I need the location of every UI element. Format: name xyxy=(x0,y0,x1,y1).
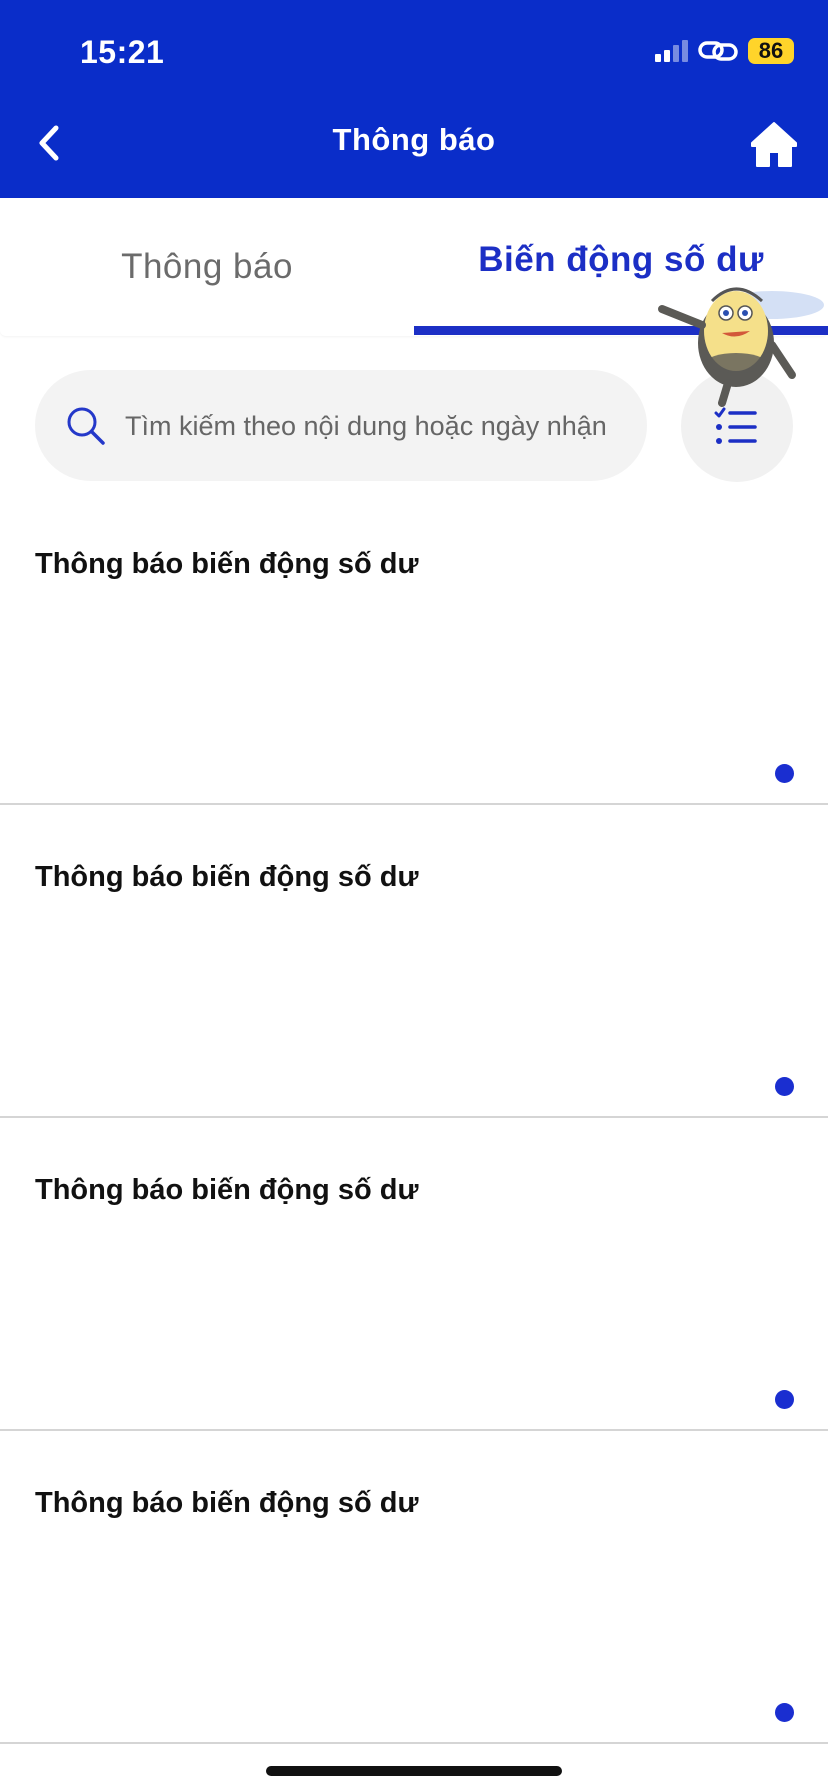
unread-dot xyxy=(775,764,794,783)
notification-title: Thông báo biến động số dư xyxy=(35,861,419,893)
search-bar[interactable] xyxy=(35,370,647,483)
notification-list: Thông báo biến động số dư Thông báo biến… xyxy=(0,492,828,1744)
battery-indicator: 86 xyxy=(748,38,794,64)
notification-title: Thông báo biến động số dư xyxy=(35,1487,419,1519)
status-icons: 86 xyxy=(655,34,794,68)
home-icon xyxy=(751,122,797,167)
search-icon xyxy=(67,407,105,445)
notification-title: Thông báo biến động số dư xyxy=(35,548,419,580)
list-item[interactable]: Thông báo biến động số dư xyxy=(0,805,828,1118)
link-icon xyxy=(698,41,738,61)
unread-dot xyxy=(775,1390,794,1409)
app-header: 15:21 86 Thông báo xyxy=(0,0,828,198)
status-time: 15:21 xyxy=(80,34,165,70)
list-item[interactable]: Thông báo biến động số dư xyxy=(0,492,828,805)
unread-dot xyxy=(775,1703,794,1722)
tab-notifications[interactable]: Thông báo xyxy=(0,198,414,336)
list-item[interactable]: Thông báo biến động số dư xyxy=(0,1118,828,1431)
notification-title: Thông báo biến động số dư xyxy=(35,1174,419,1206)
signal-icon xyxy=(655,40,688,62)
home-button[interactable] xyxy=(748,118,800,170)
page-title: Thông báo xyxy=(332,122,496,157)
search-input[interactable] xyxy=(123,370,637,483)
bee-mascot-icon[interactable] xyxy=(652,265,828,415)
list-item[interactable]: Thông báo biến động số dư xyxy=(0,1431,828,1744)
unread-dot xyxy=(775,1077,794,1096)
home-indicator[interactable] xyxy=(266,1766,562,1776)
